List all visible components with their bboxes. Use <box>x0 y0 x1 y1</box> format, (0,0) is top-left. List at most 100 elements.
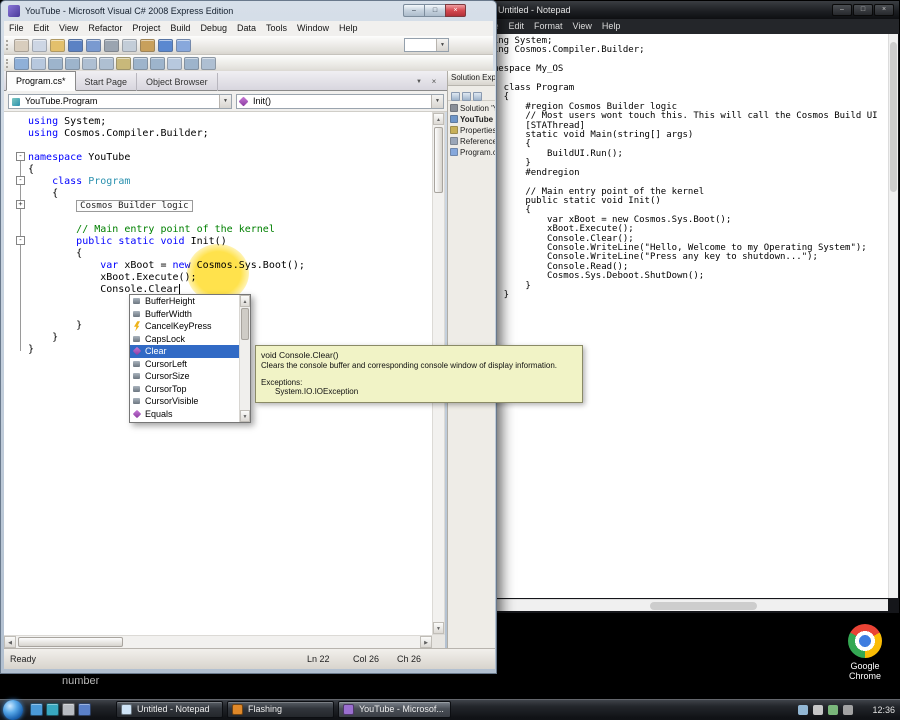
intellisense-item-bufferheight[interactable]: BufferHeight <box>130 295 239 308</box>
quick-info-icon[interactable] <box>201 57 216 70</box>
volume-icon[interactable] <box>813 705 823 715</box>
comment-icon[interactable] <box>82 57 97 70</box>
intellisense-scrollbar[interactable]: ▲ ▼ <box>239 295 250 422</box>
tab-object-browser[interactable]: Object Browser <box>137 73 218 92</box>
intellisense-item-cursorleft[interactable]: CursorLeft <box>130 358 239 371</box>
refresh-icon[interactable] <box>473 92 482 101</box>
vs-titlebar[interactable]: YouTube - Microsoft Visual C# 2008 Expre… <box>1 1 496 21</box>
scroll-down-icon[interactable]: ▼ <box>240 410 250 422</box>
code-line[interactable]: { <box>28 164 432 176</box>
solution-explorer-item[interactable]: YouTube <box>448 114 495 125</box>
fold-expand-icon[interactable]: + <box>16 200 25 209</box>
notepad-horizontal-scrollbar[interactable] <box>478 599 888 611</box>
usb-icon[interactable] <box>843 705 853 715</box>
minimize-icon[interactable]: – <box>403 4 424 17</box>
scrollbar-thumb[interactable] <box>434 127 443 193</box>
close-icon[interactable]: × <box>445 4 466 17</box>
code-line[interactable]: var xBoot = new Cosmos.Sys.Boot(); <box>28 260 432 272</box>
vs-menu-item-help[interactable]: Help <box>334 21 363 36</box>
prev-bookmark-icon[interactable] <box>133 57 148 70</box>
start-button[interactable] <box>3 700 23 720</box>
vs-menu-item-project[interactable]: Project <box>127 21 165 36</box>
close-icon[interactable]: × <box>874 4 894 16</box>
scroll-right-icon[interactable]: ▶ <box>420 636 432 648</box>
copy-icon[interactable] <box>122 39 137 52</box>
intellisense-item-capslock[interactable]: CapsLock <box>130 333 239 346</box>
vs-menu-item-window[interactable]: Window <box>292 21 334 36</box>
vs-menu-item-tools[interactable]: Tools <box>261 21 292 36</box>
explorer-icon[interactable] <box>78 703 91 716</box>
undo-icon[interactable] <box>158 39 173 52</box>
intellisense-item-cursortop[interactable]: CursorTop <box>130 383 239 396</box>
notepad-vertical-scrollbar[interactable] <box>888 34 898 598</box>
fold-collapse-icon[interactable]: - <box>16 152 25 161</box>
close-document-icon[interactable]: × <box>428 76 440 88</box>
save-all-icon[interactable] <box>86 39 101 52</box>
solution-explorer-item[interactable]: Properties <box>448 125 495 136</box>
maximize-icon[interactable]: □ <box>853 4 873 16</box>
solution-explorer-item[interactable]: Solution 'YouTube' <box>448 103 495 114</box>
scrollbar-thumb[interactable] <box>18 637 123 647</box>
redo-icon[interactable] <box>176 39 191 52</box>
tab-start-page[interactable]: Start Page <box>76 73 138 92</box>
media-player-icon[interactable] <box>46 703 59 716</box>
security-icon[interactable] <box>828 705 838 715</box>
scroll-up-icon[interactable]: ▲ <box>240 295 250 307</box>
vs-menu-item-refactor[interactable]: Refactor <box>83 21 127 36</box>
taskbar-button-youtube-microsof[interactable]: YouTube - Microsof... <box>338 701 451 718</box>
open-file-icon[interactable] <box>50 39 65 52</box>
vs-menu-item-data[interactable]: Data <box>232 21 261 36</box>
code-line[interactable]: using Cosmos.Compiler.Builder; <box>28 128 432 140</box>
code-line[interactable]: // Main entry point of the kernel <box>28 224 432 236</box>
solution-configurations-combo[interactable]: ▼ <box>404 38 449 52</box>
code-line[interactable]: class Program <box>28 176 432 188</box>
save-icon[interactable] <box>68 39 83 52</box>
navigate-back-icon[interactable] <box>14 57 29 70</box>
code-line[interactable]: xBoot.Execute(); <box>28 272 432 284</box>
add-item-icon[interactable] <box>32 39 47 52</box>
taskbar-button-untitled-notepad[interactable]: Untitled - Notepad <box>116 701 223 718</box>
vs-menu-item-edit[interactable]: Edit <box>29 21 55 36</box>
intellisense-item-cursorvisible[interactable]: CursorVisible <box>130 395 239 408</box>
decrease-indent-icon[interactable] <box>48 57 63 70</box>
vs-menu-item-view[interactable]: View <box>54 21 83 36</box>
increase-indent-icon[interactable] <box>65 57 80 70</box>
fold-collapse-icon[interactable]: - <box>16 176 25 185</box>
toggle-bookmark-icon[interactable] <box>116 57 131 70</box>
minimize-icon[interactable]: – <box>832 4 852 16</box>
code-line[interactable]: namespace YouTube <box>28 152 432 164</box>
fold-collapse-icon[interactable]: - <box>16 236 25 245</box>
clear-bookmarks-icon[interactable] <box>167 57 182 70</box>
scrollbar-thumb[interactable] <box>890 42 897 192</box>
chevron-down-icon[interactable]: ▼ <box>431 95 443 108</box>
properties-icon[interactable] <box>451 92 460 101</box>
network-icon[interactable] <box>798 705 808 715</box>
notepad-text[interactable]: using System; using Cosmos.Compiler.Buil… <box>478 34 888 310</box>
code-line[interactable]: { <box>28 248 432 260</box>
paste-icon[interactable] <box>140 39 155 52</box>
solution-explorer-item[interactable]: References <box>448 136 495 147</box>
uncomment-icon[interactable] <box>99 57 114 70</box>
notepad-titlebar[interactable]: Untitled - Notepad – □ × <box>477 1 899 19</box>
chevron-down-icon[interactable]: ▼ <box>436 39 448 51</box>
show-desktop-icon[interactable] <box>62 703 75 716</box>
tab-program-cs[interactable]: Program.cs* <box>6 71 76 91</box>
code-line[interactable] <box>28 140 432 152</box>
notepad-menu-item-edit[interactable]: Edit <box>504 19 530 34</box>
editor-horizontal-scrollbar[interactable]: ◀ ▶ <box>4 635 432 648</box>
chevron-down-icon[interactable]: ▼ <box>219 95 231 108</box>
new-project-icon[interactable] <box>14 39 29 52</box>
internet-explorer-icon[interactable] <box>30 703 43 716</box>
tab-list-dropdown-icon[interactable]: ▼ <box>413 76 425 88</box>
scroll-left-icon[interactable]: ◀ <box>4 636 16 648</box>
notepad-content[interactable]: using System; using Cosmos.Compiler.Buil… <box>478 34 888 598</box>
navigate-forward-icon[interactable] <box>31 57 46 70</box>
code-line[interactable] <box>28 212 432 224</box>
scroll-down-icon[interactable]: ▼ <box>433 622 444 634</box>
intellisense-item-clear[interactable]: Clear <box>130 345 239 358</box>
vs-menu-item-file[interactable]: File <box>4 21 29 36</box>
code-line[interactable]: public static void Init() <box>28 236 432 248</box>
google-chrome-icon[interactable] <box>848 624 882 658</box>
next-bookmark-icon[interactable] <box>150 57 165 70</box>
show-all-files-icon[interactable] <box>462 92 471 101</box>
